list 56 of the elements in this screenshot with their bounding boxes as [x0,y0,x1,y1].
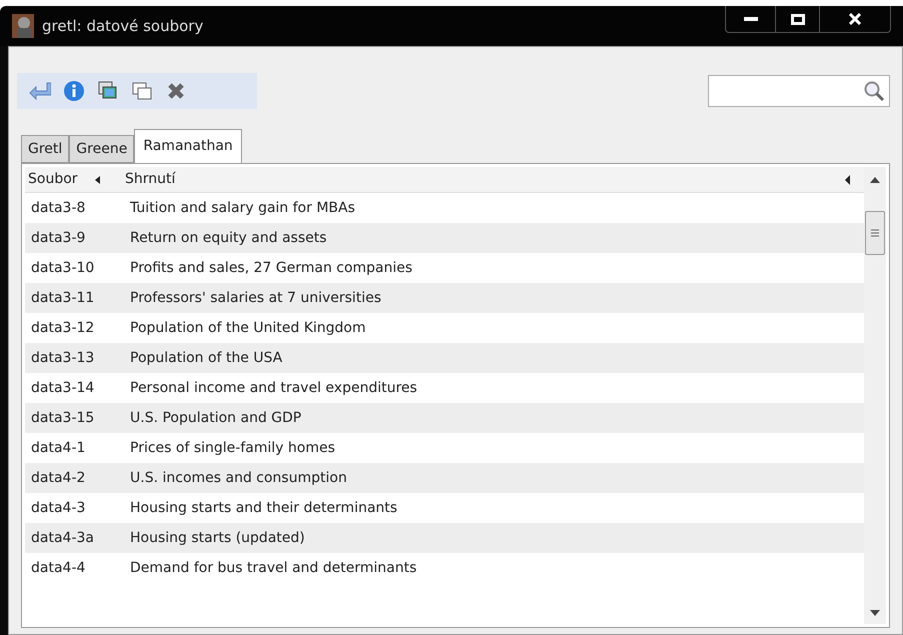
table-cell-text: data4-1 [30,438,86,458]
tab[interactable]: Gretl [21,135,70,163]
app-icon [12,14,34,38]
close-icon [167,82,185,100]
table-cell-text: data3-11 [30,288,96,308]
table-cell-text: data3-15 [30,408,96,428]
table-cell-text: U.S. Population and GDP [130,408,302,428]
table-cell-text: Prices of single-family homes [130,438,335,458]
table-cell-text: Personal income and travel expenditures [130,378,418,398]
minimize-icon [744,17,758,21]
table-row[interactable]: data4-3a Housing starts (updated) [25,523,864,553]
table-cell-text: data4-4 [30,558,86,578]
windows-icon [98,81,118,101]
table-cell-text: U.S. incomes and consumption [130,468,347,488]
table-cell-text: Professors' salaries at 7 universities [130,288,382,308]
window-icon [132,81,152,101]
column-header[interactable]: Soubor [25,169,125,190]
sort-arrow-icon [95,176,100,184]
tab[interactable]: Greene [69,135,134,163]
table-cell-text: data4-2 [30,468,86,488]
table-row[interactable]: data4-2 U.S. incomes and consumption [25,463,864,493]
grip-icon [871,229,879,237]
scrollbar[interactable] [864,167,886,624]
table-cell-text: data3-14 [30,378,96,398]
table-cell-text: data3-8 [30,198,86,218]
table-cell-text: data3-10 [30,258,96,278]
table-cell-text: data4-3a [30,528,95,548]
table-cell-text: Profits and sales, 27 German companies [130,258,412,278]
scroll-up-icon [870,177,880,183]
table-cell-text: Tuition and salary gain for MBAs [130,198,356,218]
search-icon [863,80,885,102]
table-cell-text: Return on equity and assets [130,228,327,248]
table-cell-text: Housing starts and their determinants [130,498,398,518]
scroll-thumb[interactable] [865,211,885,255]
table-row[interactable]: data3-13 Population of the USA [25,343,864,373]
close-icon [849,13,861,25]
table-cell-text: Housing starts (updated) [130,528,305,548]
table-cell-text: data3-9 [30,228,86,248]
table-cell-text: Population of the United Kingdom [130,318,366,338]
sort-arrow-icon [845,174,850,184]
table-cell-text: Demand for bus travel and determinants [130,558,417,578]
search-field[interactable] [708,75,890,107]
table-cell-text: data4-3 [30,498,86,518]
table-row[interactable]: data3-11 Professors' salaries at 7 universities [25,283,864,313]
maximize-icon [790,14,804,24]
table-row[interactable]: data3-9 Return on equity and assets [25,223,864,253]
scroll-down-icon [870,610,880,616]
table-cell-text: data3-13 [30,348,96,368]
back-arrow-icon [29,82,51,100]
table-row[interactable]: data3-15 U.S. Population and GDP [25,403,864,433]
table-cell-text: data3-12 [30,318,96,338]
window-title: gretl: datové soubory [42,16,204,37]
table-cell-text: Population of the USA [130,348,282,368]
tab[interactable]: Ramanathan [134,129,242,163]
info-icon [63,80,85,102]
column-header[interactable]: Shrnutí [125,169,845,190]
